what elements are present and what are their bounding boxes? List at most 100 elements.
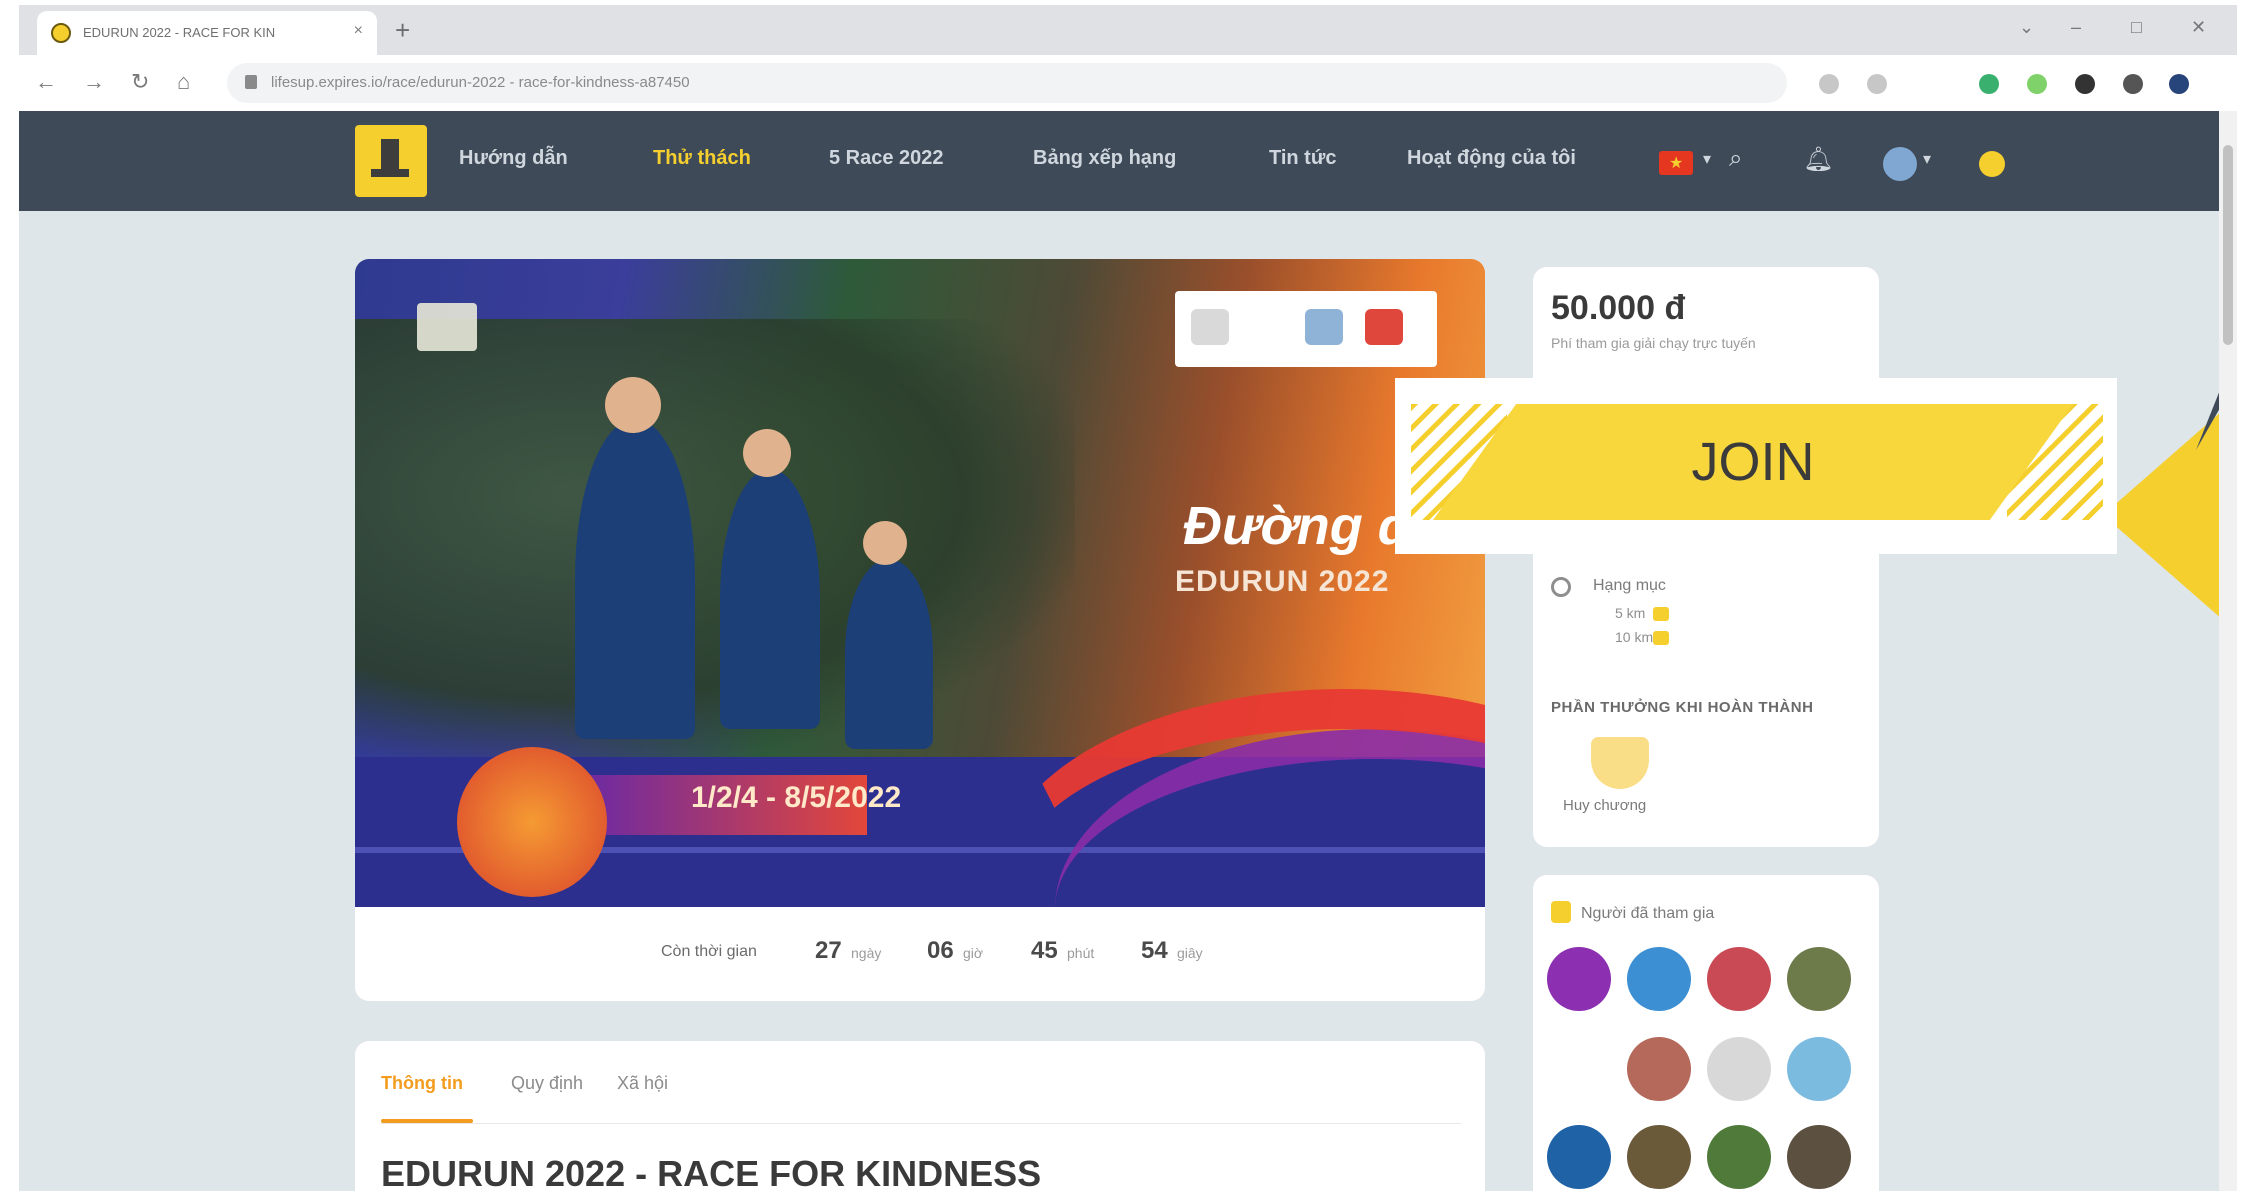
coin-icon[interactable]: [1979, 151, 2005, 177]
countdown-bar: Còn thời gian 27 ngày 06 giờ 45 phút 54 …: [355, 907, 1485, 1001]
site-header: Hướng dẫn Thử thách 5 Race 2022 Bảng xếp…: [19, 111, 2219, 211]
participants-icon: [1551, 901, 1571, 923]
nav-challenges[interactable]: Thử thách: [653, 147, 751, 170]
medal-icon: [1653, 607, 1669, 621]
participant-avatar[interactable]: [1547, 1125, 1611, 1189]
user-avatar[interactable]: [1883, 147, 1917, 181]
tab-title: EDURUN 2022 - RACE FOR KIN: [83, 25, 276, 40]
countdown-hours-unit: giờ: [963, 945, 984, 961]
participant-avatar[interactable]: [1627, 1037, 1691, 1101]
search-icon[interactable]: ⌕: [1729, 145, 1742, 173]
tab-strip: EDURUN 2022 - RACE FOR KIN × + ⌄ – □ ✕: [19, 5, 2237, 55]
sponsor-logo: [1305, 309, 1343, 345]
runner-figure: [743, 429, 791, 477]
forward-icon[interactable]: →: [83, 69, 105, 95]
nav-guide[interactable]: Hướng dẫn: [459, 147, 568, 170]
event-title: EDURUN 2022 - RACE FOR KINDNESS: [381, 1153, 1042, 1191]
countdown-days-unit: ngày: [851, 945, 882, 961]
join-callout: JOIN: [1395, 378, 2117, 554]
registration-card: 50.000 đ Phí tham gia giải chạy trực tuy…: [1533, 267, 1879, 847]
participants-card: Người đã tham gia: [1533, 875, 1879, 1191]
countdown-seconds-unit: giây: [1177, 945, 1203, 961]
chevron-down-icon[interactable]: ▾: [1923, 149, 1931, 169]
countdown-label: Còn thời gian: [661, 943, 757, 960]
runner-figure: [575, 419, 695, 739]
minimize-icon[interactable]: –: [2071, 17, 2081, 38]
extension-icon[interactable]: [1979, 74, 1999, 94]
tab-social[interactable]: Xã hội: [617, 1073, 668, 1094]
organizer-logo: [417, 303, 477, 351]
profile-avatar[interactable]: [2169, 74, 2189, 94]
favicon-icon: [51, 23, 71, 43]
distance-option: 5 km: [1615, 605, 1646, 621]
extension-icon[interactable]: [2027, 74, 2047, 94]
countdown-seconds: 54: [1141, 937, 1168, 964]
sponsor-logos: [1175, 291, 1437, 367]
browser-tab[interactable]: EDURUN 2022 - RACE FOR KIN ×: [37, 11, 377, 55]
nav-leaderboard[interactable]: Bảng xếp hạng: [1033, 147, 1176, 170]
tab-rules[interactable]: Quy định: [511, 1073, 583, 1094]
medal-label: Huy chương: [1563, 797, 1647, 814]
bookmark-icon[interactable]: [1867, 74, 1887, 94]
tab-search-icon[interactable]: ⌄: [2019, 17, 2034, 38]
event-wordmark-sub: EDURUN 2022: [1175, 565, 1390, 598]
join-button-label: JOIN: [1691, 432, 1815, 492]
url-text: lifesup.expires.io/race/edurun-2022 - ra…: [271, 74, 690, 91]
home-icon[interactable]: ⌂: [177, 69, 190, 95]
price-subtitle: Phí tham gia giải chạy trực tuyến: [1551, 335, 1756, 351]
back-icon[interactable]: ←: [35, 69, 57, 95]
tab-divider: [381, 1123, 1461, 1124]
event-dates: 1/2/4 - 8/5/2022: [691, 781, 902, 814]
participant-avatar[interactable]: [1547, 947, 1611, 1011]
countdown-minutes: 45: [1031, 937, 1058, 964]
event-banner: Đường đua EDURUN 2022 1/2/4 - 8/5/2022: [355, 259, 1485, 907]
medal-icon: [1653, 631, 1669, 645]
medal-icon: [1591, 737, 1649, 789]
chevron-down-icon[interactable]: ▾: [1703, 149, 1711, 169]
puzzle-icon[interactable]: [2123, 74, 2143, 94]
participants-title: Người đã tham gia: [1581, 905, 1715, 922]
nav-my-activity[interactable]: Hoạt động của tôi: [1407, 147, 1576, 170]
share-icon[interactable]: [1819, 74, 1839, 94]
runner-figure: [605, 377, 661, 433]
countdown-hours: 06: [927, 937, 954, 964]
pointer-arrow: [2103, 340, 2237, 690]
join-button[interactable]: JOIN: [1433, 404, 2073, 520]
lock-icon: [245, 75, 257, 89]
new-tab-button[interactable]: +: [395, 17, 410, 43]
site-logo[interactable]: [355, 125, 427, 197]
rewards-heading: PHẦN THƯỞNG KHI HOÀN THÀNH: [1551, 699, 1814, 716]
runner-figure: [720, 469, 820, 729]
sponsor-logo: [1365, 309, 1403, 345]
tab-close-icon[interactable]: ×: [354, 22, 363, 40]
participant-avatar[interactable]: [1707, 1037, 1771, 1101]
runner-figure: [863, 521, 907, 565]
language-flag-icon[interactable]: [1659, 151, 1693, 175]
distance-label: Hạng mục: [1593, 577, 1666, 594]
participant-avatar[interactable]: [1707, 1125, 1771, 1189]
address-bar[interactable]: lifesup.expires.io/race/edurun-2022 - ra…: [227, 63, 1787, 103]
reload-icon[interactable]: ↻: [131, 69, 149, 95]
scrollbar-thumb[interactable]: [2223, 145, 2233, 345]
maximize-icon[interactable]: □: [2131, 17, 2142, 38]
participant-avatar[interactable]: [1627, 1125, 1691, 1189]
browser-window: EDURUN 2022 - RACE FOR KIN × + ⌄ – □ ✕ ←…: [19, 5, 2237, 1191]
price: 50.000 đ: [1551, 289, 1686, 327]
participant-avatar[interactable]: [1707, 947, 1771, 1011]
participant-avatar[interactable]: [1787, 1125, 1851, 1189]
close-window-icon[interactable]: ✕: [2191, 17, 2206, 38]
countdown-minutes-unit: phút: [1067, 945, 1095, 961]
extension-icon[interactable]: [2075, 74, 2095, 94]
event-badge: [457, 747, 607, 897]
nav-5race[interactable]: 5 Race 2022: [829, 147, 944, 170]
browser-toolbar: ← → ↻ ⌂ lifesup.expires.io/race/edurun-2…: [19, 55, 2237, 111]
participant-avatar[interactable]: [1627, 947, 1691, 1011]
participant-avatar[interactable]: [1787, 1037, 1851, 1101]
runner-figure: [845, 559, 933, 749]
participant-avatar[interactable]: [1787, 947, 1851, 1011]
tab-info[interactable]: Thông tin: [381, 1073, 463, 1094]
countdown-days: 27: [815, 937, 842, 964]
sponsor-logo: [1191, 309, 1229, 345]
nav-news[interactable]: Tin tức: [1269, 147, 1336, 170]
bell-icon[interactable]: 🔔︎: [1803, 145, 1833, 174]
